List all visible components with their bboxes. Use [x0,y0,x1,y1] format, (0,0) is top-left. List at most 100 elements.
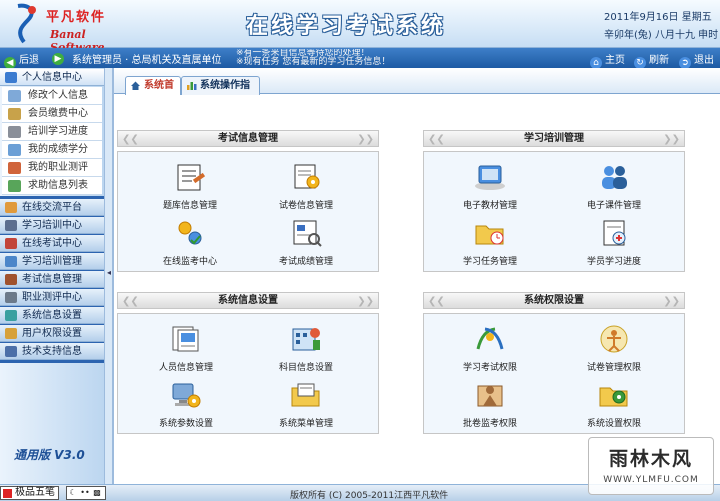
item-label: 考试成绩管理 [278,257,333,267]
e-courseware-button[interactable]: 电子课件管理 [574,162,654,212]
ime-flag-icon [3,489,12,498]
sidebar-group-support[interactable]: 技术支持信息 [0,343,104,360]
proctor-center-button[interactable]: 在线监考中心 [150,218,230,268]
key-icon [5,328,17,339]
panel-title-bar: ❮❮ 考试信息管理 ❯❯ [117,130,379,147]
panel-left-arrow-icon: ❮❮ [122,134,139,145]
sidebar-group-personal[interactable]: 个人信息中心 [0,69,104,86]
question-bank-button[interactable]: 题库信息管理 [150,162,230,212]
tab-bar: 系统首页 系统操作指南 [114,68,720,108]
panel-left-arrow-icon: ❮❮ [122,296,139,307]
app-header: 平凡软件 Banal Software 在线学习考试系统 2011年9月16日 … [0,0,720,54]
sidebar-group-career[interactable]: 职业测评中心 [0,289,104,306]
task-folder-icon [475,225,504,245]
notice-ticker[interactable]: ※有一条来自信息等待您的处理！ ※现有任务 您有最新的学习任务信息！ [236,49,570,67]
exit-label: 退出 [694,55,714,66]
sidebar-group-training[interactable]: 学习培训中心 [0,217,104,234]
paper-permission-icon [600,325,628,353]
item-label: 人员信息管理 [158,363,213,373]
item-label: 科目信息设置 [278,363,333,373]
sidebar-item-scores[interactable]: 我的成绩学分 [2,141,102,159]
panel-title: 系统信息设置 [218,295,278,306]
sidebar: 个人信息中心 修改个人信息 会员缴费中心 培训学习进度 我的成绩学分 我的职业测… [0,68,104,484]
support-icon [5,346,17,357]
folder-icon [5,256,17,267]
subject-settings-button[interactable]: 科目信息设置 [266,324,346,374]
subject-building-icon [292,328,320,351]
panel-left-arrow-icon: ❮❮ [428,296,445,307]
sidebar-item-payment[interactable]: 会员缴费中心 [2,105,102,123]
sidebar-item-label: 会员缴费中心 [28,108,88,119]
sidebar-group-training-mgmt[interactable]: 学习培训管理 [0,253,104,270]
item-label: 系统设置权限 [586,419,641,429]
personnel-info-button[interactable]: 人员信息管理 [146,324,226,374]
sidebar-group-system-info[interactable]: 系统信息设置 [0,307,104,324]
user-info: 系统管理员 · 总局机关及直属单位 [72,55,222,66]
guide-tab-icon [187,82,197,90]
item-label: 系统菜单管理 [278,419,333,429]
chart-icon [8,162,21,174]
progress-doc-icon [603,220,626,246]
e-textbook-button[interactable]: 电子教材管理 [450,162,530,212]
paper-info-button[interactable]: 试卷信息管理 [266,162,346,212]
item-label: 学习任务管理 [462,257,517,267]
panel-left-arrow-icon: ❮❮ [428,134,445,145]
sidebar-item-label: 我的职业测评 [28,162,88,173]
back-button[interactable]: ◀ 后退 [4,51,39,69]
study-exam-permission-button[interactable]: 学习考试权限 [450,324,530,374]
sidebar-group-exam[interactable]: 在线考试中心 [0,235,104,252]
sidebar-group-permissions[interactable]: 用户权限设置 [0,325,104,342]
forward-button[interactable]: ▶ [52,51,67,65]
sidebar-group-label: 用户权限设置 [22,328,82,339]
panel-body: 人员信息管理 科目信息设置 系统参数设置 系统菜单管理 [117,313,379,434]
sidebar-group-exam-mgmt[interactable]: 考试信息管理 [0,271,104,288]
sidebar-collapse-handle[interactable]: ◂ [104,68,113,484]
exit-button[interactable]: ➲ 退出 [679,51,714,69]
panel-title: 学习培训管理 [524,133,584,144]
study-exam-permission-icon [476,327,504,350]
sidebar-item-assessment[interactable]: 我的职业测评 [2,159,102,177]
dashboard-content: ❮❮ 考试信息管理 ❯❯ 题库信息管理 试卷信息管理 在线监考中心 考试成绩管理… [114,95,720,484]
chat-icon [5,202,17,213]
system-params-button[interactable]: 系统参数设置 [146,380,226,430]
exam-scores-button[interactable]: 考试成绩管理 [266,218,346,268]
refresh-button[interactable]: ↻ 刷新 [634,51,669,69]
sidebar-item-help-list[interactable]: 求助信息列表 [2,177,102,195]
student-progress-button[interactable]: 学员学习进度 [574,218,654,268]
panel-body: 学习考试权限 试卷管理权限 批卷监考权限 系统设置权限 [423,313,685,434]
lunar-date-text: 辛卯年(兔) 八月十九 申时 [604,30,719,41]
profile-icon [8,90,21,102]
tab-home[interactable]: 系统首页 [125,76,181,108]
settings-permission-button[interactable]: 系统设置权限 [574,380,654,430]
home-button[interactable]: ⌂ 主页 [590,51,625,69]
e-textbook-icon [475,165,505,190]
pen-icon [5,238,17,249]
score-sheet-icon [293,220,322,247]
panel-title: 系统权限设置 [524,295,584,306]
help-icon [8,180,21,192]
panel-title: 考试信息管理 [218,133,278,144]
grading-permission-button[interactable]: 批卷监考权限 [450,380,530,430]
ime-label: 极品五笔 [15,487,55,498]
learning-task-button[interactable]: 学习任务管理 [450,218,530,268]
sidebar-group-label: 考试信息管理 [22,274,82,285]
sidebar-item-progress[interactable]: 培训学习进度 [2,123,102,141]
users-icon [602,166,627,189]
sidebar-group-exchange[interactable]: 在线交流平台 [0,199,104,216]
system-menu-button[interactable]: 系统菜单管理 [266,380,346,430]
ime-toolbar[interactable]: ☾ •• ▩ [66,486,106,500]
settings-icon [5,310,17,321]
sidebar-group-label: 系统信息设置 [22,310,82,321]
sidebar-item-edit-profile[interactable]: 修改个人信息 [2,87,102,105]
app-title: 在线学习考试系统 [246,14,447,39]
briefcase-icon [5,292,17,303]
tab-guide[interactable]: 系统操作指南 [181,76,260,108]
computer-gear-icon [172,383,201,408]
book-icon [8,126,21,138]
item-label: 系统参数设置 [158,419,213,429]
sidebar-item-label: 求助信息列表 [28,180,88,191]
forward-arrow-icon: ▶ [52,53,64,65]
item-label: 试卷信息管理 [278,201,333,211]
ime-indicator[interactable]: 极品五笔 [0,486,59,500]
paper-permission-button[interactable]: 试卷管理权限 [574,324,654,374]
